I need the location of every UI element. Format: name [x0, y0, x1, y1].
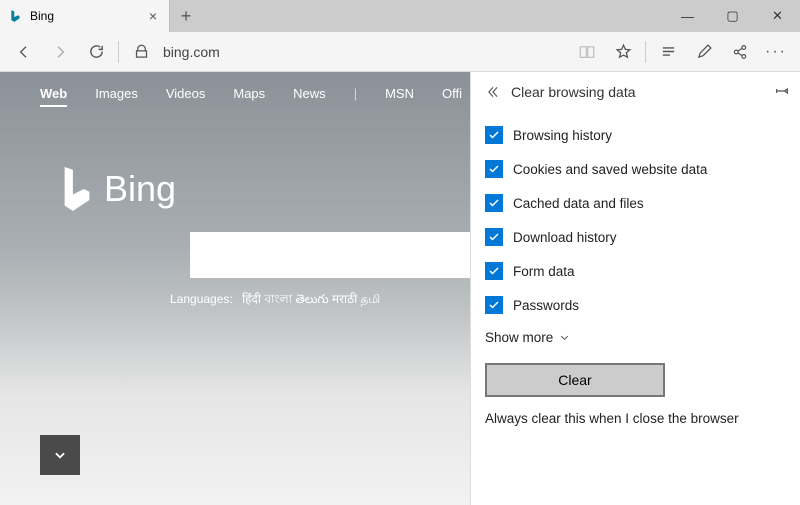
- panel-back-button[interactable]: [481, 85, 505, 99]
- languages-list[interactable]: हिंदी বাংলা తెలుగు मराठी தமி: [242, 292, 380, 306]
- clear-browsing-data-panel: Clear browsing data Browsing history Coo…: [470, 72, 800, 505]
- scroll-down-button[interactable]: [40, 435, 80, 475]
- back-button[interactable]: [6, 34, 42, 70]
- toolbar-separator: [118, 41, 119, 63]
- close-window-button[interactable]: ✕: [755, 0, 800, 32]
- checkbox-label: Form data: [513, 264, 575, 279]
- checkbox-label: Download history: [513, 230, 617, 245]
- check-icon: [485, 296, 503, 314]
- nav-web[interactable]: Web: [40, 86, 67, 107]
- more-icon[interactable]: ···: [758, 34, 794, 70]
- check-icon: [485, 228, 503, 246]
- tab-bar: Bing × + — ▢ ✕: [0, 0, 800, 32]
- checkbox-cached-data[interactable]: Cached data and files: [485, 186, 786, 220]
- checkbox-label: Passwords: [513, 298, 579, 313]
- pin-icon[interactable]: [774, 83, 790, 102]
- chevron-left-double-icon: [486, 85, 500, 99]
- maximize-button[interactable]: ▢: [710, 0, 755, 32]
- minimize-button[interactable]: —: [665, 0, 710, 32]
- check-icon: [485, 194, 503, 212]
- nav-videos[interactable]: Videos: [166, 86, 206, 107]
- show-more-label: Show more: [485, 330, 553, 345]
- nav-msn[interactable]: MSN: [385, 86, 414, 107]
- languages-label: Languages:: [170, 292, 233, 306]
- close-tab-icon[interactable]: ×: [145, 8, 161, 24]
- browser-tab[interactable]: Bing ×: [0, 0, 170, 32]
- bing-favicon-icon: [8, 8, 24, 24]
- check-icon: [485, 160, 503, 178]
- refresh-button[interactable]: [78, 34, 114, 70]
- checkbox-download-history[interactable]: Download history: [485, 220, 786, 254]
- clear-button-label: Clear: [558, 372, 591, 388]
- show-more-link[interactable]: Show more: [485, 322, 786, 359]
- reading-view-icon[interactable]: [569, 34, 605, 70]
- checkbox-label: Cached data and files: [513, 196, 644, 211]
- new-tab-button[interactable]: +: [170, 0, 202, 32]
- check-icon: [485, 126, 503, 144]
- checkbox-form-data[interactable]: Form data: [485, 254, 786, 288]
- checkbox-label: Browsing history: [513, 128, 612, 143]
- checkbox-browsing-history[interactable]: Browsing history: [485, 118, 786, 152]
- nav-divider: |: [354, 86, 357, 107]
- checkbox-label: Cookies and saved website data: [513, 162, 707, 177]
- nav-maps[interactable]: Maps: [233, 86, 265, 107]
- address-bar[interactable]: bing.com: [163, 44, 220, 60]
- toolbar-separator: [645, 41, 646, 63]
- nav-news[interactable]: News: [293, 86, 326, 107]
- nav-images[interactable]: Images: [95, 86, 138, 107]
- hub-icon[interactable]: [650, 34, 686, 70]
- search-input[interactable]: [190, 232, 510, 278]
- share-icon[interactable]: [722, 34, 758, 70]
- clear-button[interactable]: Clear: [485, 363, 665, 397]
- lock-icon[interactable]: [123, 34, 159, 70]
- always-clear-label: Always clear this when I close the brows…: [485, 407, 786, 426]
- chevron-down-icon: [559, 332, 570, 343]
- checkbox-cookies[interactable]: Cookies and saved website data: [485, 152, 786, 186]
- webnote-icon[interactable]: [686, 34, 722, 70]
- forward-button[interactable]: [42, 34, 78, 70]
- panel-title: Clear browsing data: [511, 84, 774, 100]
- favorite-icon[interactable]: [605, 34, 641, 70]
- checkbox-passwords[interactable]: Passwords: [485, 288, 786, 322]
- languages-row: Languages: हिंदी বাংলা తెలుగు मराठी தமி: [170, 290, 380, 311]
- nav-office[interactable]: Offi: [442, 86, 462, 107]
- toolbar: bing.com ···: [0, 32, 800, 72]
- bing-logo-text: Bing: [104, 168, 176, 210]
- tab-title: Bing: [30, 9, 54, 23]
- check-icon: [485, 262, 503, 280]
- bing-logo-icon: [60, 167, 94, 211]
- chevron-down-icon: [53, 448, 67, 462]
